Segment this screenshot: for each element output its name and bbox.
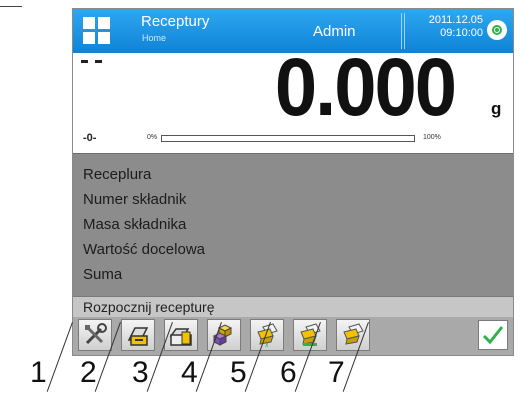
terminal-screen: Receptury Home Admin 2011.12.05 09:10:00… xyxy=(72,8,514,356)
prompt-bar: Rozpocznij recepturę xyxy=(73,296,513,317)
callout-5: 5 xyxy=(230,356,247,389)
leader-line-1 xyxy=(46,322,73,392)
info-panel: Receplura Numer składnik Masa składnika … xyxy=(73,153,513,297)
callout-4: 4 xyxy=(181,356,198,389)
date-display: 2011.12.05 xyxy=(428,14,483,26)
info-line: Wartość docelowa xyxy=(83,241,205,258)
bar-min-label: 0% xyxy=(147,134,158,141)
weight-value: 0.000 xyxy=(274,41,457,134)
mode-subtitle: Home xyxy=(142,33,167,43)
info-line: Receplura xyxy=(83,166,152,183)
mode-title: Receptury xyxy=(141,13,210,30)
zero-indicator: -0- xyxy=(83,132,97,144)
level-indicator-icon[interactable] xyxy=(487,20,507,40)
prompt-text: Rozpocznij recepturę xyxy=(83,299,215,315)
info-line: Masa składnika xyxy=(83,216,187,233)
user-name[interactable]: Admin xyxy=(313,23,356,40)
callout-labels: 1 2 3 4 5 6 7 xyxy=(0,322,525,396)
stability-marker-icon xyxy=(81,60,102,63)
info-line: Numer składnik xyxy=(83,191,187,208)
callout-1: 1 xyxy=(30,356,47,389)
callout-3: 3 xyxy=(132,356,149,389)
weighing-display: 0.000 g -0- 0% 100% xyxy=(73,46,513,153)
time-display: 09:10:00 xyxy=(440,27,483,39)
callout-7: 7 xyxy=(328,356,345,389)
home-menu-icon[interactable] xyxy=(83,17,111,45)
weight-unit: g xyxy=(491,99,502,118)
load-bar xyxy=(161,135,415,142)
bar-max-label: 100% xyxy=(423,134,441,141)
info-list: Receplura Numer składnik Masa składnika … xyxy=(83,162,205,287)
info-line: Suma xyxy=(83,266,123,283)
callout-6: 6 xyxy=(280,356,297,389)
leader-line-top xyxy=(0,6,22,7)
callout-2: 2 xyxy=(80,356,97,389)
